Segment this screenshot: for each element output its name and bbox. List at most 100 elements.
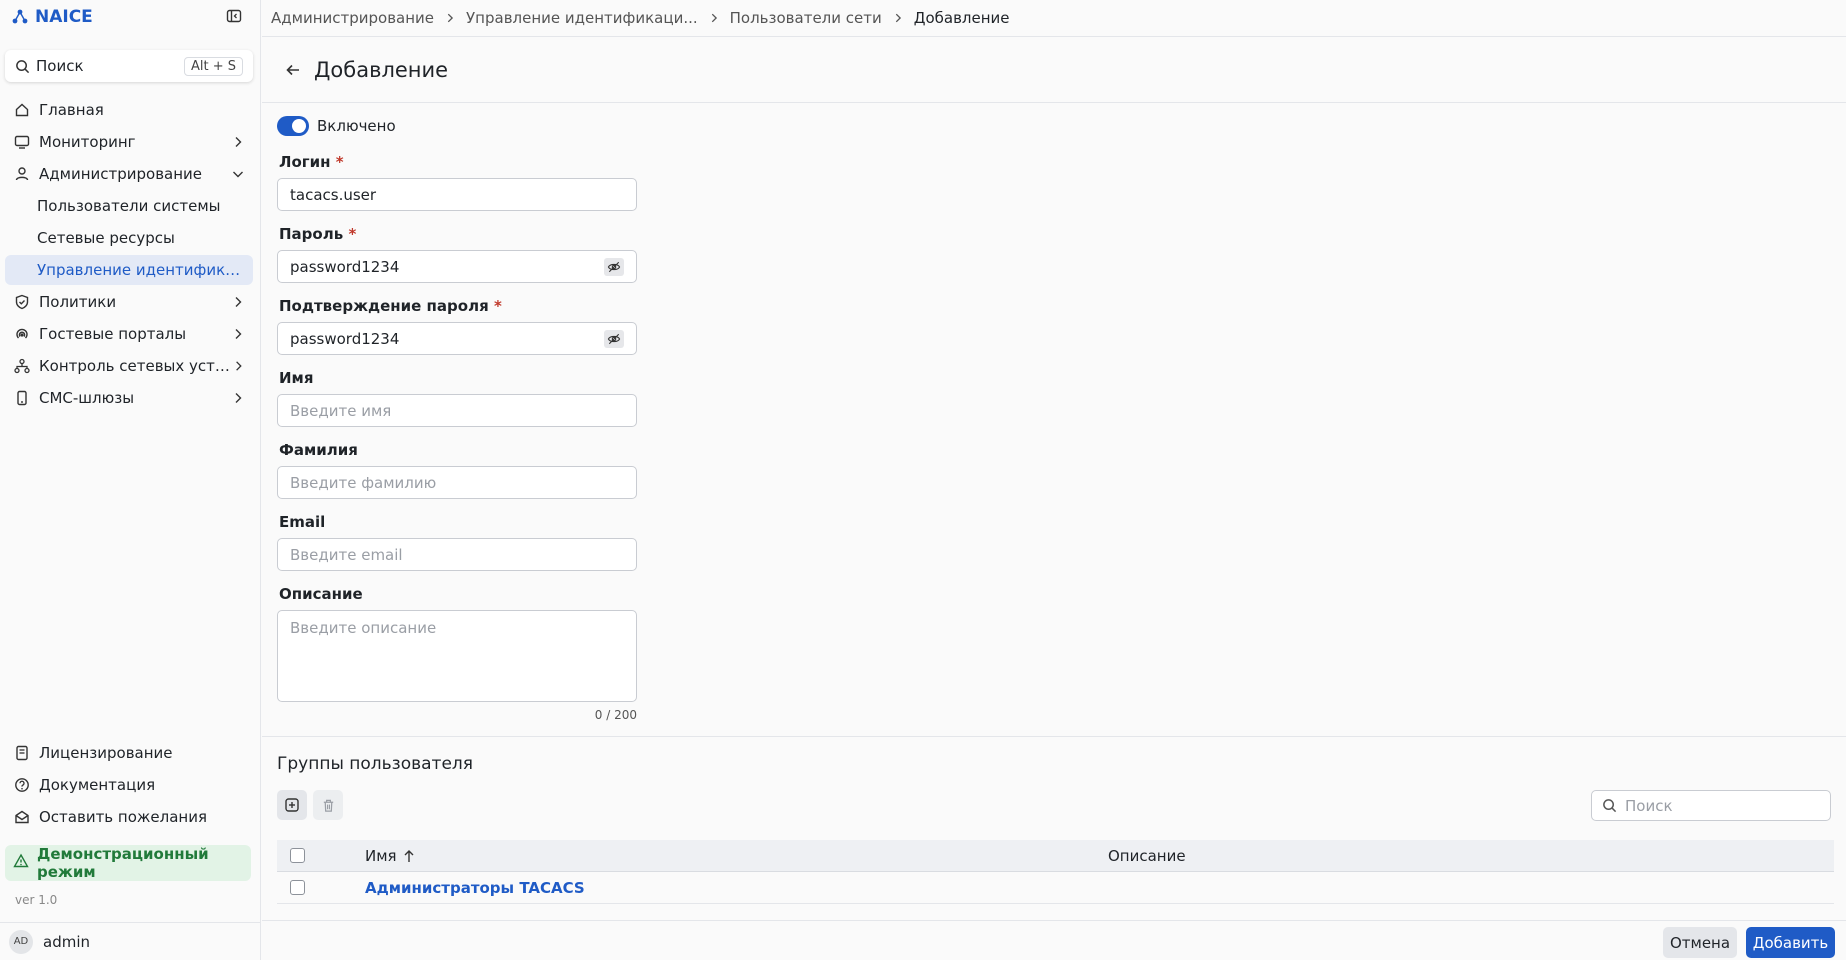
last-name-placeholder: Введите фамилию <box>290 473 437 492</box>
chevron-right-icon <box>444 12 456 24</box>
mail-open-icon <box>13 808 31 826</box>
table-header: Имя Описание <box>277 840 1834 872</box>
description-placeholder: Введите описание <box>290 619 437 637</box>
nav-item-network-resources[interactable]: Сетевые ресурсы <box>5 223 253 253</box>
nav-item-identity-management[interactable]: Управление идентификацией <box>5 255 253 285</box>
home-icon <box>13 101 31 119</box>
user-name: admin <box>43 932 90 951</box>
search-icon <box>16 59 30 73</box>
page-title: Добавление <box>314 58 449 82</box>
cancel-button[interactable]: Отмена <box>1663 927 1737 958</box>
first-name-field-group: Имя Введите имя <box>277 369 637 427</box>
last-name-input[interactable]: Введите фамилию <box>277 466 637 499</box>
broadcast-icon <box>13 325 31 343</box>
row-checkbox[interactable] <box>290 880 305 895</box>
description-textarea[interactable]: Введите описание <box>277 610 637 702</box>
confirm-password-input[interactable]: password1234 <box>277 322 637 355</box>
nav-item-administration[interactable]: Администрирование <box>5 159 253 189</box>
chevron-right-icon <box>236 361 242 371</box>
delete-group-button[interactable] <box>313 790 343 820</box>
version-label: ver 1.0 <box>15 893 58 907</box>
plus-square-icon <box>285 798 299 812</box>
chevron-right-icon <box>235 297 242 307</box>
column-description-header: Описание <box>1108 846 1186 865</box>
user-menu[interactable]: AD admin <box>0 922 261 960</box>
email-label: Email <box>279 513 326 531</box>
nav-label: Политики <box>39 293 117 311</box>
form-footer: Отмена Добавить <box>262 920 1846 960</box>
add-button[interactable]: Добавить <box>1746 927 1835 958</box>
trash-icon <box>323 799 333 812</box>
page-header: Добавление <box>262 38 1846 103</box>
avatar: AD <box>9 929 33 954</box>
group-name-link[interactable]: Администраторы TACACS <box>365 879 585 897</box>
nav-label: СМС-шлюзы <box>39 389 135 407</box>
search-icon <box>1603 799 1617 813</box>
nav-item-home[interactable]: Главная <box>5 95 253 125</box>
groups-search-input[interactable]: Поиск <box>1591 790 1831 821</box>
description-field-group: Описание Введите описание 0 / 200 <box>277 585 637 722</box>
nav-label: Лицензирование <box>39 744 173 762</box>
confirm-password-label: Подтверждение пароля * <box>279 297 502 315</box>
first-name-label: Имя <box>279 369 314 387</box>
password-value: password1234 <box>290 257 400 276</box>
nav-item-sms-gateways[interactable]: СМС-шлюзы <box>5 383 253 413</box>
login-input[interactable]: tacacs.user <box>277 178 637 211</box>
breadcrumb-current: Добавление <box>913 9 1010 27</box>
sort-ascending-icon <box>404 849 414 862</box>
breadcrumb-administration[interactable]: Администрирование <box>271 9 434 27</box>
license-icon <box>13 744 31 762</box>
nav-item-monitoring[interactable]: Мониторинг <box>5 127 253 157</box>
nav-label: Документация <box>39 776 156 794</box>
global-search[interactable]: Поиск Alt + S <box>5 50 253 82</box>
nav-item-feedback[interactable]: Оставить пожелания <box>5 802 253 832</box>
groups-search-placeholder: Поиск <box>1625 796 1673 815</box>
sidebar-collapse-button[interactable] <box>226 8 244 26</box>
login-value: tacacs.user <box>290 185 377 204</box>
help-circle-icon <box>13 776 31 794</box>
nav-label: Оставить пожелания <box>39 808 208 826</box>
arrow-left-icon <box>286 64 299 76</box>
app-logo[interactable]: NAICE <box>12 7 93 27</box>
user-icon <box>13 165 31 183</box>
toggle-visibility-button[interactable] <box>604 257 624 276</box>
nav-item-policies[interactable]: Политики <box>5 287 253 317</box>
chevron-down-icon <box>233 171 243 178</box>
footer-nav: Лицензирование Документация Оставить пож… <box>5 738 253 834</box>
nav-item-guest-portals[interactable]: Гостевые порталы <box>5 319 253 349</box>
demo-mode-text: Демонстрационный режим <box>37 845 209 881</box>
back-button[interactable] <box>282 59 304 81</box>
select-all-checkbox[interactable] <box>290 848 305 863</box>
eye-off-icon <box>607 333 621 344</box>
chevron-right-icon <box>235 137 242 147</box>
enabled-toggle[interactable] <box>277 116 309 136</box>
phone-icon <box>13 389 31 407</box>
eye-off-icon <box>607 261 621 272</box>
nav-item-device-control[interactable]: Контроль сетевых устро... <box>5 351 253 381</box>
nav-item-licensing[interactable]: Лицензирование <box>5 738 253 768</box>
breadcrumb-network-users[interactable]: Пользователи сети <box>730 9 882 27</box>
network-tree-icon <box>13 357 31 375</box>
chevron-right-icon <box>235 393 242 403</box>
nav-label: Контроль сетевых устро... <box>39 357 233 375</box>
nav-label: Гостевые порталы <box>39 325 187 343</box>
confirm-password-value: password1234 <box>290 329 400 348</box>
toggle-visibility-button[interactable] <box>604 329 624 348</box>
confirm-password-field-group: Подтверждение пароля * password1234 <box>277 297 637 355</box>
last-name-label: Фамилия <box>279 441 358 459</box>
breadcrumb-identity-management[interactable]: Управление идентификаци... <box>466 9 698 27</box>
sidebar: NAICE Поиск Alt + S Главная Мониторинг А… <box>0 0 261 960</box>
email-input[interactable]: Введите email <box>277 538 637 571</box>
nav-item-system-users[interactable]: Пользователи системы <box>5 191 253 221</box>
first-name-input[interactable]: Введите имя <box>277 394 637 427</box>
add-group-button[interactable] <box>277 790 307 820</box>
login-field-group: Логин * tacacs.user <box>277 153 637 211</box>
demo-mode-badge: Демонстрационный режим <box>5 845 251 881</box>
section-divider <box>262 736 1846 737</box>
main-nav: Главная Мониторинг Администрирование Пол… <box>5 95 253 415</box>
nav-item-documentation[interactable]: Документация <box>5 770 253 800</box>
description-counter: 0 / 200 <box>594 708 637 722</box>
password-input[interactable]: password1234 <box>277 250 637 283</box>
column-name-header[interactable]: Имя <box>365 847 415 865</box>
search-label: Поиск <box>36 57 84 75</box>
